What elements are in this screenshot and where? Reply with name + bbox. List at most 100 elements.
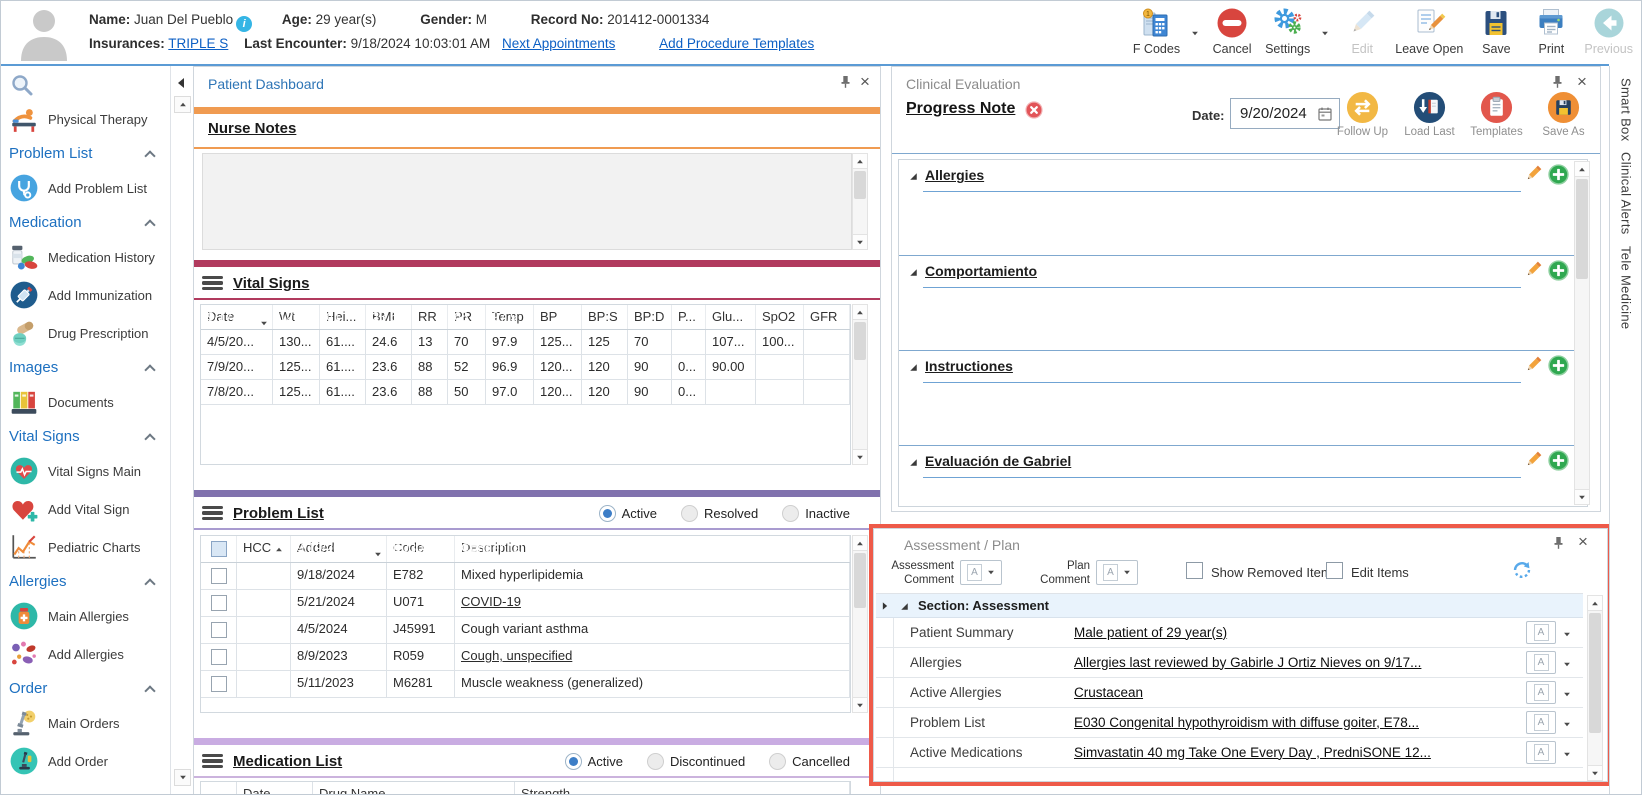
- radio-resolved[interactable]: Resolved: [680, 504, 758, 522]
- row-dropdown-caret[interactable]: [1563, 714, 1571, 732]
- vital-signs-row[interactable]: 7/8/20... 125... 61.... 23.6 88 50 97.0 120... 1…: [201, 380, 850, 405]
- scroll-up-button[interactable]: [853, 154, 867, 169]
- assessment-value-link[interactable]: Male patient of 29 year(s): [1074, 625, 1227, 640]
- sidebar-search-icon[interactable]: [1, 66, 170, 100]
- add-procedure-templates-link[interactable]: Add Procedure Templates: [659, 36, 814, 51]
- sidebar-item-main-allergies[interactable]: Main Allergies: [1, 597, 170, 635]
- cell-description[interactable]: COVID-19: [455, 590, 850, 616]
- note-date-input[interactable]: 9/20/2024: [1230, 98, 1340, 129]
- scroll-down-button[interactable]: [853, 697, 867, 712]
- show-removed-items-checkbox[interactable]: [1186, 562, 1203, 579]
- insurance-link[interactable]: TRIPLE S: [168, 36, 228, 51]
- medication-list-title[interactable]: Medication List: [233, 753, 342, 770]
- assessment-row-active-medications[interactable]: Active Medications Simvastatin 40 mg Take…: [876, 738, 1583, 768]
- column-header-date[interactable]: Date: [237, 782, 313, 794]
- sidebar-item-main-orders[interactable]: Main Orders: [1, 704, 170, 742]
- cell-description[interactable]: Cough, unspecified: [455, 644, 850, 670]
- scroll-down-button[interactable]: [853, 449, 867, 464]
- right-tab-smart-box[interactable]: Smart Box: [1619, 78, 1634, 141]
- sidebar-item-documents[interactable]: Documents: [1, 383, 170, 421]
- assessment-value-link[interactable]: Simvastatin 40 mg Take One Every Day , P…: [1074, 745, 1431, 760]
- row-checkbox[interactable]: [210, 595, 227, 611]
- vital-signs-row[interactable]: 4/5/20... 130... 61.... 24.6 13 70 97.9 125... 1…: [201, 330, 850, 355]
- sidebar-section-order[interactable]: Order: [1, 673, 170, 704]
- collapse-chevron-icon[interactable]: [144, 363, 156, 376]
- edit-pencil-icon[interactable]: [1524, 450, 1543, 469]
- sidebar-section-images[interactable]: Images: [1, 352, 170, 383]
- scroll-thumb[interactable]: [1589, 613, 1601, 733]
- problem-list-title[interactable]: Problem List: [233, 505, 324, 522]
- menu-icon[interactable]: [202, 751, 223, 770]
- problem-list-scrollbar[interactable]: [852, 535, 868, 713]
- assessment-scrollbar[interactable]: [1587, 595, 1603, 781]
- sidebar-section-allergies[interactable]: Allergies: [1, 566, 170, 597]
- nurse-notes-title[interactable]: Nurse Notes: [208, 120, 296, 137]
- row-checkbox[interactable]: [210, 649, 227, 665]
- button-save-as[interactable]: Save As: [1535, 90, 1592, 138]
- assessment-comment-format-button[interactable]: A: [960, 560, 1002, 585]
- row-checkbox[interactable]: [210, 568, 227, 584]
- sidebar-section-problem-list[interactable]: Problem List: [1, 138, 170, 169]
- pin-icon[interactable]: [1552, 536, 1565, 550]
- toolbar-button-print[interactable]: Print: [1529, 6, 1573, 56]
- assessment-row-patient-summary[interactable]: Patient Summary Male patient of 29 year(s…: [876, 618, 1583, 648]
- problem-list-row[interactable]: 5/11/2023 M6281 Muscle weakness (generaliz…: [201, 671, 850, 698]
- radio-inactive[interactable]: Inactive: [782, 504, 850, 522]
- nurse-notes-scrollbar[interactable]: [852, 153, 868, 250]
- row-dropdown-caret[interactable]: [1563, 654, 1571, 672]
- sidebar-item-add-order[interactable]: Add Order: [1, 742, 170, 780]
- scroll-thumb[interactable]: [854, 553, 866, 608]
- vital-signs-title[interactable]: Vital Signs: [233, 275, 309, 292]
- menu-icon[interactable]: [202, 503, 223, 522]
- sidebar-item-drug-prescription[interactable]: Drug Prescription: [1, 314, 170, 352]
- toolbar-button-settings[interactable]: Settings: [1265, 6, 1310, 56]
- collapse-chevron-icon[interactable]: [144, 149, 156, 162]
- radio-active[interactable]: Active: [564, 752, 623, 770]
- toolbar-dropdown-caret-f-codes[interactable]: [1191, 23, 1199, 41]
- toolbar-button-leave-open[interactable]: Leave Open: [1395, 6, 1463, 56]
- edit-pencil-icon[interactable]: [1524, 260, 1543, 279]
- toolbar-dropdown-caret-settings[interactable]: [1321, 23, 1329, 41]
- toolbar-button-previous[interactable]: Previous: [1584, 6, 1633, 56]
- text-format-button[interactable]: A: [1526, 711, 1556, 734]
- radio-cancelled[interactable]: Cancelled: [769, 752, 850, 770]
- scroll-down-button[interactable]: [1588, 765, 1602, 780]
- menu-icon[interactable]: [202, 273, 223, 292]
- vital-signs-row[interactable]: 7/9/20... 125... 61.... 23.6 88 52 96.9 120... 1…: [201, 355, 850, 380]
- problem-list-row[interactable]: 9/19/2024 E030 Congenital hypothyroidism w…: [201, 536, 850, 563]
- add-plus-icon[interactable]: [1548, 260, 1569, 281]
- sidebar-item-add-immunization[interactable]: Add Immunization: [1, 276, 170, 314]
- vital-signs-scrollbar[interactable]: [852, 304, 868, 465]
- note-sections-scrollbar[interactable]: [1574, 161, 1590, 505]
- note-section-title[interactable]: Instructiones: [925, 358, 1013, 374]
- close-icon[interactable]: ×: [857, 72, 873, 92]
- sidebar-section-medication[interactable]: Medication: [1, 207, 170, 238]
- scroll-up-button[interactable]: [1575, 162, 1589, 177]
- row-checkbox[interactable]: [210, 676, 227, 692]
- add-plus-icon[interactable]: [1548, 450, 1569, 471]
- scroll-thumb[interactable]: [854, 322, 866, 360]
- collapse-chevron-icon[interactable]: [144, 684, 156, 697]
- section-collapse-icon[interactable]: [910, 269, 917, 276]
- collapse-chevron-icon[interactable]: [144, 432, 156, 445]
- nurse-notes-textarea[interactable]: [202, 153, 852, 250]
- problem-list-row[interactable]: 9/18/2024 E782 Mixed hyperlipidemia: [201, 563, 850, 590]
- row-checkbox[interactable]: [210, 622, 227, 638]
- collapse-panel-arrow-icon[interactable]: [178, 75, 184, 93]
- vital-signs-row[interactable]: 9/17/2... 125... 61.... 23.6 68 97.9: [201, 305, 850, 330]
- splitter-scroll-up-button[interactable]: [174, 96, 191, 113]
- note-section-title[interactable]: Allergies: [925, 167, 984, 183]
- button-load-last[interactable]: Load Last: [1401, 90, 1458, 138]
- sidebar-item-physical-therapy[interactable]: Physical Therapy: [1, 100, 170, 138]
- scroll-down-button[interactable]: [853, 234, 867, 249]
- plan-comment-format-button[interactable]: A: [1096, 560, 1138, 585]
- assessment-section-row[interactable]: Section: Assessment: [876, 594, 1583, 618]
- scroll-thumb[interactable]: [854, 171, 866, 199]
- assessment-value-link[interactable]: E030 Congenital hypothyroidism with diff…: [1074, 715, 1419, 730]
- sidebar-item-pediatric-charts[interactable]: Pediatric Charts: [1, 528, 170, 566]
- text-format-button[interactable]: A: [1526, 621, 1556, 644]
- refresh-icon[interactable]: [1511, 559, 1533, 581]
- column-header-drug-name[interactable]: Drug Name: [313, 782, 515, 794]
- remove-note-icon[interactable]: [1025, 101, 1043, 119]
- radio-discontinued[interactable]: Discontinued: [647, 752, 745, 770]
